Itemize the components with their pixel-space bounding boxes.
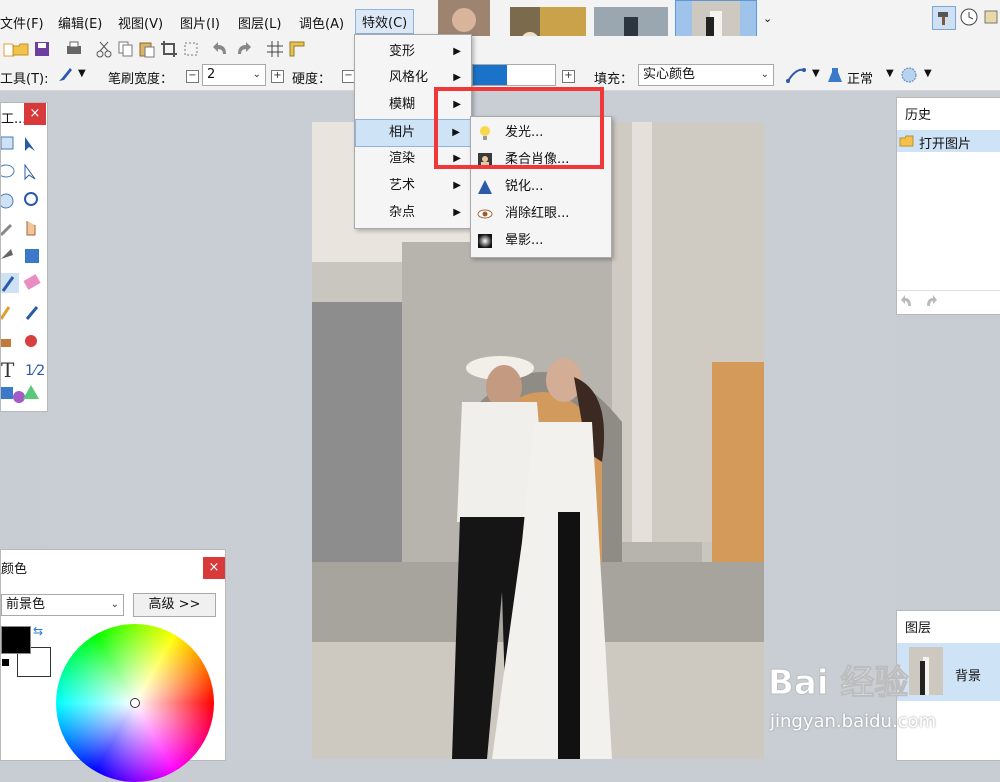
tools-panel: 工... × T 1⁄2 — [0, 102, 48, 412]
advanced-button[interactable]: 高级 >> — [133, 593, 216, 617]
history-panel-title: 历史 — [905, 108, 932, 123]
swap-colors-icon[interactable]: ⇆ — [33, 624, 43, 638]
layers-panel-title: 图层 — [905, 621, 932, 636]
undo-icon[interactable] — [212, 40, 230, 58]
close-icon[interactable]: × — [24, 103, 46, 125]
svg-text:1⁄2: 1⁄2 — [25, 363, 45, 379]
blend-mode-caret[interactable]: ▼ — [886, 68, 894, 79]
chevron-down-icon[interactable]: ⌄ — [763, 12, 772, 25]
effects-item-distort[interactable]: 变形 ▶ — [355, 39, 471, 65]
paste-icon[interactable] — [138, 40, 156, 58]
blend-mode-icon[interactable] — [826, 66, 844, 84]
hardness-label: 硬度： — [292, 72, 332, 87]
menu-image[interactable]: 图片(I) — [180, 13, 220, 32]
antialiasing-icon[interactable] — [786, 66, 806, 84]
save-icon[interactable] — [33, 40, 51, 58]
fill-label: 填充： — [594, 72, 634, 87]
print-icon[interactable] — [65, 40, 83, 58]
effects-item-stylize[interactable]: 风格化 ▶ — [355, 65, 471, 91]
brush-width-select[interactable]: 2 ⌄ — [202, 64, 266, 86]
history-entry-label: 打开图片 — [919, 137, 972, 152]
bulb-icon — [480, 126, 490, 140]
photo-item-red-eye[interactable]: 消除红眼... — [471, 201, 611, 227]
baidu-logo-text: Bai 经验 — [768, 663, 908, 703]
svg-text:T: T — [1, 358, 15, 382]
menu-adjustments[interactable]: 调色(A) — [299, 13, 344, 32]
hardness-slider[interactable] — [472, 64, 556, 86]
layers-icon[interactable] — [982, 6, 1000, 28]
color-wheel-picker[interactable] — [130, 698, 140, 708]
menu-effects[interactable]: 特效(C) — [355, 9, 415, 34]
menu-layers[interactable]: 图层(L) — [238, 13, 281, 32]
tool-icons: T 1⁄2 — [1, 136, 45, 403]
deselect-icon[interactable] — [182, 40, 200, 58]
copy-icon[interactable] — [117, 40, 135, 58]
sharpen-icon — [478, 180, 492, 194]
eye-icon — [477, 209, 493, 219]
chevron-down-icon: ⌄ — [760, 69, 769, 80]
history-clock-icon[interactable] — [958, 6, 980, 28]
brush-width-value: 2 — [207, 67, 216, 82]
menu-bar: 文件(F) 编辑(E) 视图(V) 图片(I) 图层(L) 调色(A) 特效(C… — [0, 0, 1000, 36]
effects-item-render[interactable]: 渲染 ▶ — [355, 146, 471, 172]
watermark-url: jingyan.baidu.com — [770, 711, 937, 732]
portrait-icon — [478, 153, 492, 167]
effects-item-photo[interactable]: 相片 ▶ — [355, 119, 471, 147]
alpha-blending-caret[interactable]: ▼ — [924, 68, 932, 79]
color-wheel[interactable] — [56, 624, 214, 782]
chevron-down-icon: ⌄ — [110, 599, 119, 610]
menu-view[interactable]: 视图(V) — [118, 13, 163, 32]
reset-colors-icon[interactable] — [1, 658, 10, 667]
color-mode-select[interactable]: 前景色 ⌄ — [1, 594, 124, 616]
history-panel: 历史 打开图片 — [896, 97, 1000, 315]
brush-width-label: 笔刷宽度： — [108, 72, 174, 87]
tool-label: 工具(T): — [0, 72, 49, 87]
hardness-increase[interactable]: + — [562, 70, 575, 83]
baidu-paw-logo: Bai 经验 — [768, 663, 909, 704]
photo-item-soften-portrait[interactable]: 柔合肖像... — [471, 147, 611, 173]
fill-select[interactable]: 实心颜色 ⌄ — [638, 64, 774, 86]
cut-icon[interactable] — [95, 40, 113, 58]
colors-panel: 颜色 × 前景色 ⌄ 高级 >> ⇆ — [0, 549, 226, 782]
antialiasing-caret[interactable]: ▼ — [812, 68, 820, 79]
chevron-down-icon: ⌄ — [252, 69, 261, 80]
brush-width-increase[interactable]: + — [271, 70, 284, 83]
crop-icon[interactable] — [160, 40, 178, 58]
menu-file[interactable]: 文件(F) — [0, 13, 44, 32]
alpha-blending-icon[interactable] — [900, 66, 918, 84]
layer-name: 背景 — [955, 669, 982, 684]
photo-item-glow[interactable]: 发光... — [471, 120, 611, 146]
ruler-icon[interactable] — [288, 40, 306, 58]
effects-menu: 变形 ▶ 风格化 ▶ 模糊 ▶ 相片 ▶ 渲染 ▶ 艺术 ▶ 杂点 ▶ — [354, 34, 472, 229]
photo-item-vignette[interactable]: 晕影... — [471, 228, 611, 254]
tool-dropdown-caret[interactable]: ▼ — [78, 68, 86, 79]
colors-panel-title: 颜色 — [1, 562, 28, 577]
divider — [897, 290, 1000, 291]
color-mode-value: 前景色 — [6, 597, 46, 612]
menu-edit[interactable]: 编辑(E) — [58, 13, 102, 32]
photo-submenu: 发光... 柔合肖像... 锐化... 消除红眼... 晕影... — [470, 116, 612, 258]
history-entry[interactable]: 打开图片 — [897, 130, 1000, 152]
tools-panel-title: 工... — [1, 112, 27, 127]
grid-icon[interactable] — [266, 40, 284, 58]
vignette-icon — [478, 234, 492, 248]
baidu-watermark: Bai 经验 — [766, 650, 946, 710]
fill-value: 实心颜色 — [643, 67, 696, 82]
open-folder-icon — [899, 135, 914, 147]
open-folder-icon[interactable] — [12, 40, 30, 58]
blend-mode-value[interactable]: 正常 — [847, 68, 873, 87]
effects-item-noise[interactable]: 杂点 ▶ — [355, 200, 471, 226]
effects-item-blurs[interactable]: 模糊 ▶ — [355, 92, 471, 118]
hammer-icon[interactable] — [932, 6, 956, 30]
effects-item-artistic[interactable]: 艺术 ▶ — [355, 173, 471, 199]
primary-color-swatch[interactable] — [1, 626, 31, 654]
redo-icon[interactable] — [234, 40, 252, 58]
paintbrush-icon[interactable] — [56, 66, 74, 84]
close-icon[interactable]: × — [203, 557, 225, 579]
hardness-slider-fill — [473, 65, 507, 85]
undo-redo-icons[interactable] — [901, 294, 941, 310]
photo-item-sharpen[interactable]: 锐化... — [471, 174, 611, 200]
brush-width-decrease[interactable]: − — [186, 70, 199, 83]
